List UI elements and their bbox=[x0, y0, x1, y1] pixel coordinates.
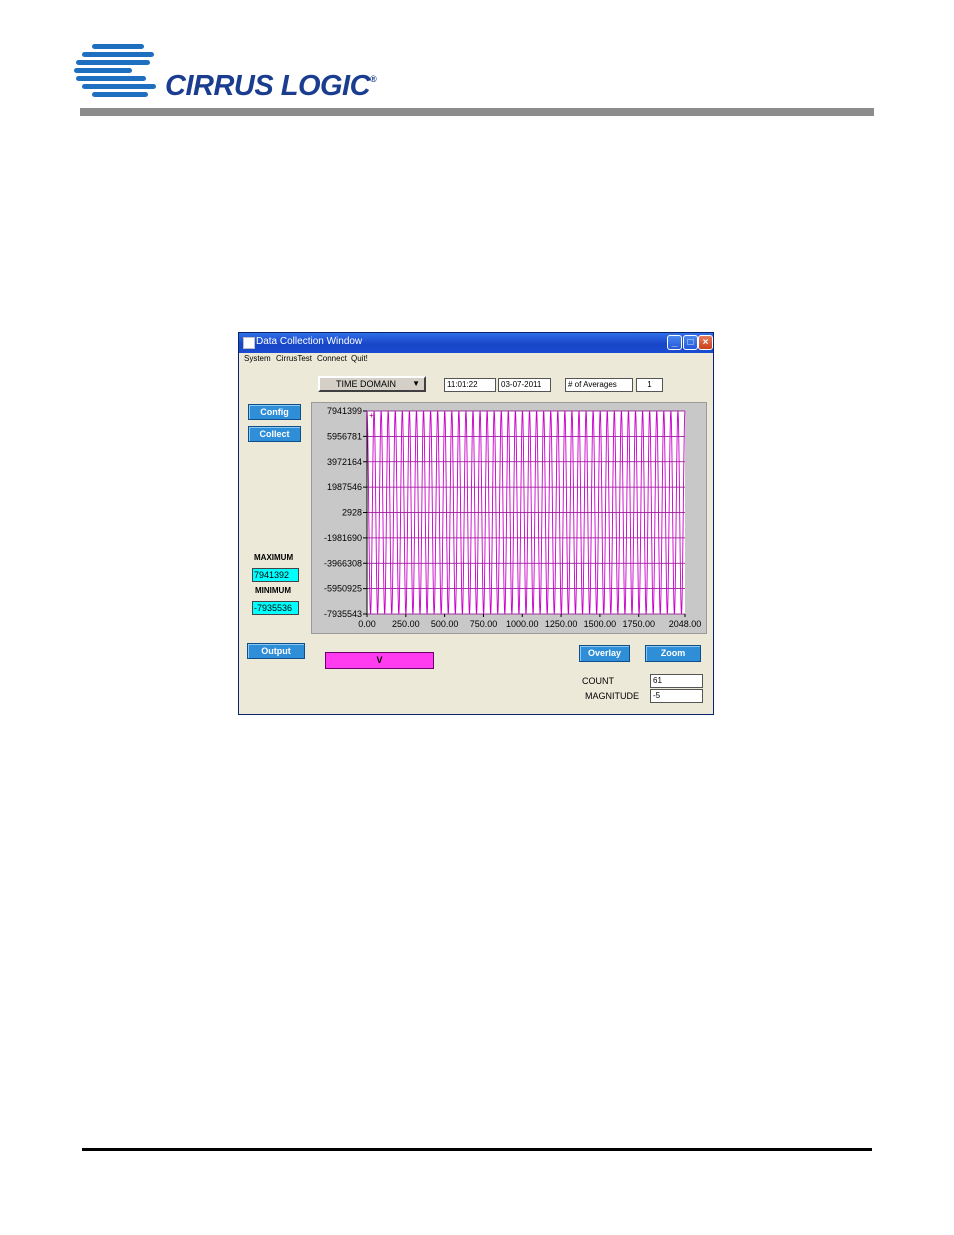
x-tick-label: 750.00 bbox=[470, 619, 498, 629]
menu-connect[interactable]: Connect bbox=[317, 354, 347, 363]
registered-mark: ® bbox=[370, 74, 377, 84]
minimize-button[interactable]: _ bbox=[667, 335, 682, 350]
chart-svg: 7941399 5956781 3972164 1987546 2928 -1981690… bbox=[324, 406, 702, 629]
maximum-value: 7941392 bbox=[252, 568, 299, 582]
app-icon bbox=[243, 337, 255, 349]
header-divider bbox=[80, 108, 874, 116]
y-tick-label: -1981690 bbox=[324, 533, 362, 543]
footer-divider bbox=[82, 1148, 872, 1151]
y-tick-label: -3966308 bbox=[324, 558, 362, 568]
window-title: Data Collection Window bbox=[256, 336, 363, 347]
x-tick-label: 1000.00 bbox=[506, 619, 539, 629]
channel-indicator: V bbox=[325, 652, 434, 669]
x-tick-label: 1250.00 bbox=[545, 619, 578, 629]
x-tick-label: 500.00 bbox=[431, 619, 459, 629]
count-field[interactable]: 61 bbox=[650, 674, 703, 688]
y-tick-label: 3972164 bbox=[327, 457, 362, 467]
menu-quit[interactable]: Quit! bbox=[351, 354, 368, 363]
data-collection-window: Data Collection Window _ □ × System Cirr… bbox=[238, 332, 714, 715]
x-tick-label: 0.00 bbox=[358, 619, 376, 629]
domain-select-value: TIME DOMAIN bbox=[336, 379, 396, 389]
x-tick-label: 1750.00 bbox=[622, 619, 655, 629]
collect-button[interactable]: Collect bbox=[248, 426, 301, 442]
averages-label: # of Averages bbox=[565, 378, 633, 392]
maximize-button[interactable]: □ bbox=[683, 335, 698, 350]
cirrus-logic-wordmark: CIRRUS LOGIC® bbox=[165, 70, 377, 103]
close-button[interactable]: × bbox=[698, 335, 713, 350]
cursor-marker: + bbox=[369, 411, 374, 420]
averages-field[interactable]: 1 bbox=[636, 378, 663, 392]
y-tick-label: 2928 bbox=[342, 508, 362, 518]
waveform-chart: 7941399 5956781 3972164 1987546 2928 -1981690… bbox=[311, 402, 707, 634]
cirrus-logic-logo-mark bbox=[74, 42, 166, 100]
brand-name: CIRRUS LOGIC bbox=[165, 70, 371, 102]
window-titlebar[interactable]: Data Collection Window _ □ × bbox=[239, 333, 713, 353]
zoom-button[interactable]: Zoom bbox=[645, 645, 701, 662]
menu-system[interactable]: System bbox=[244, 354, 271, 363]
y-tick-label: 7941399 bbox=[327, 406, 362, 416]
date-field: 03-07-2011 bbox=[498, 378, 551, 392]
overlay-button[interactable]: Overlay bbox=[579, 645, 630, 662]
menu-bar: System CirrusTest Connect Quit! bbox=[239, 353, 713, 365]
y-tick-label: -5950925 bbox=[324, 584, 362, 594]
y-tick-label: 5956781 bbox=[327, 431, 362, 441]
count-label: COUNT bbox=[582, 676, 614, 686]
y-tick-label: -7935543 bbox=[324, 609, 362, 619]
config-button[interactable]: Config bbox=[248, 404, 301, 420]
minimum-label: MINIMUM bbox=[255, 586, 291, 595]
magnitude-field[interactable]: -5 bbox=[650, 689, 703, 703]
menu-cirrustest[interactable]: CirrusTest bbox=[276, 354, 312, 363]
maximum-label: MAXIMUM bbox=[254, 553, 294, 562]
x-tick-label: 1500.00 bbox=[584, 619, 617, 629]
x-tick-label: 250.00 bbox=[392, 619, 420, 629]
dropdown-arrow-icon: ▼ bbox=[412, 379, 420, 388]
x-tick-label: 2048.00 bbox=[669, 619, 702, 629]
y-tick-label: 1987546 bbox=[327, 482, 362, 492]
output-button[interactable]: Output bbox=[247, 643, 305, 659]
minimum-value: -7935536 bbox=[252, 601, 299, 615]
magnitude-label: MAGNITUDE bbox=[585, 691, 639, 701]
domain-select[interactable]: TIME DOMAIN ▼ bbox=[318, 376, 426, 392]
time-field: 11:01:22 bbox=[444, 378, 496, 392]
